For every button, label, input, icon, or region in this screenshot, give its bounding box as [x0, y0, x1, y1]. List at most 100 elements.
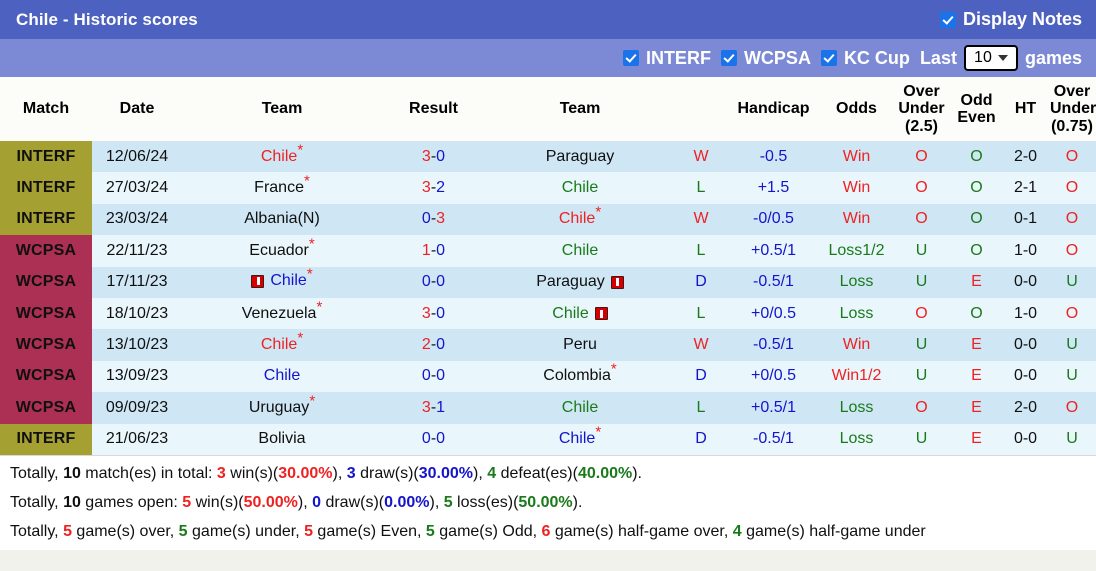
odds-value: Loss — [839, 430, 874, 448]
col-result[interactable]: Result — [382, 77, 485, 141]
cell-home-team[interactable]: Bolivia — [182, 423, 382, 455]
cell-competition[interactable]: WCPSA — [0, 392, 92, 424]
table-row[interactable]: WCPSA 09/09/23 Uruguay* 3-1 Chile L +0.5/1 Loss… — [0, 392, 1096, 424]
result-home-goals: 0 — [421, 430, 431, 448]
summary-segment: 0.00% — [384, 493, 430, 511]
home-team-star: * — [303, 172, 310, 190]
cell-result[interactable]: 3-0 — [382, 297, 485, 330]
cell-home-team[interactable]: Chile* — [182, 329, 382, 361]
cell-result[interactable]: 0-0 — [382, 266, 485, 298]
col-over-under-25[interactable]: Over Under (2.5) — [893, 77, 950, 141]
col-home-team[interactable]: Team — [182, 77, 382, 141]
col-match[interactable]: Match — [0, 77, 92, 141]
cell-competition[interactable]: INTERF — [0, 423, 92, 455]
summary-segment: defeat(es)( — [496, 464, 578, 482]
result-away-goals: 0 — [436, 241, 446, 259]
cell-competition[interactable]: INTERF — [0, 172, 92, 204]
cell-competition[interactable]: WCPSA — [0, 235, 92, 267]
cell-competition[interactable]: WCPSA — [0, 266, 92, 298]
cell-home-team[interactable]: Venezuela* — [182, 297, 382, 330]
cell-odd-even: O — [950, 141, 1003, 173]
cell-away-team[interactable]: Chile — [485, 297, 675, 330]
cell-result[interactable]: 0-0 — [382, 360, 485, 393]
summary-segment: ), — [332, 464, 347, 482]
cell-competition[interactable]: INTERF — [0, 203, 92, 236]
col-handicap[interactable]: Handicap — [727, 77, 820, 141]
home-team-name: Chile* — [270, 265, 313, 289]
cell-date: 22/11/23 — [92, 235, 182, 267]
table-row[interactable]: WCPSA 13/09/23 Chile 0-0 Colombia* D +0/0.5 Win… — [0, 360, 1096, 393]
filter-wcpsa[interactable]: WCPSA — [720, 48, 811, 69]
cell-result[interactable]: 3-1 — [382, 392, 485, 424]
cell-wdl: W — [675, 203, 727, 236]
summary-segment: 10 — [63, 493, 81, 511]
cell-result[interactable]: 0-0 — [382, 423, 485, 455]
table-row[interactable]: INTERF 23/03/24 Albania(N) 0-3 Chile* W -0/0.5… — [0, 203, 1096, 236]
over-under-075-value: O — [1065, 147, 1079, 165]
table-row[interactable]: INTERF 12/06/24 Chile* 3-0 Paraguay W -0.5 Win O… — [0, 141, 1096, 173]
table-row[interactable]: WCPSA 17/11/23 Chile* 0-0 Paraguay D -0.5/1 Los… — [0, 265, 1096, 298]
cell-result[interactable]: 0-3 — [382, 203, 485, 236]
wcpsa-checkbox[interactable] — [720, 50, 737, 66]
table-row[interactable]: INTERF 27/03/24 France* 3-2 Chile L +1.5 Win O O 2… — [0, 172, 1096, 204]
filter-kccup[interactable]: KC Cup — [820, 48, 910, 69]
home-team-name: Chile* — [260, 329, 304, 354]
cell-away-team[interactable]: Chile* — [485, 423, 675, 455]
cell-competition[interactable]: WCPSA — [0, 297, 92, 330]
table-row[interactable]: WCPSA 13/10/23 Chile* 2-0 Peru W -0.5/1 Win U E 0-… — [0, 329, 1096, 361]
cell-home-team[interactable]: Chile* — [182, 141, 382, 173]
kccup-checkbox[interactable] — [820, 50, 837, 66]
table-header-row: Match Date Team Result Team Handicap Odd… — [0, 77, 1096, 141]
cell-away-team[interactable]: Paraguay — [485, 141, 675, 173]
col-odd-even[interactable]: Odd Even — [950, 77, 1003, 141]
odd-even-value: E — [971, 273, 982, 291]
cell-away-team[interactable]: Paraguay — [485, 266, 675, 298]
cell-ht: 0-0 — [1003, 423, 1048, 455]
col-ht[interactable]: HT — [1003, 77, 1048, 141]
cell-wdl: L — [675, 297, 727, 330]
games-count-select[interactable]: 10 — [963, 45, 1018, 71]
over-under-075-value: U — [1066, 367, 1078, 385]
cell-result[interactable]: 3-0 — [382, 141, 485, 173]
cell-away-team[interactable]: Colombia* — [485, 360, 675, 393]
cell-home-team[interactable]: France* — [182, 172, 382, 204]
cell-home-team[interactable]: Chile* — [182, 265, 382, 298]
cell-away-team[interactable]: Chile — [485, 235, 675, 267]
table-row[interactable]: WCPSA 18/10/23 Venezuela* 3-0 Chile L +0/0.5 Lo… — [0, 297, 1096, 330]
filter-interf[interactable]: INTERF — [622, 48, 711, 69]
display-notes-toggle[interactable]: Display Notes — [939, 9, 1082, 30]
cell-competition[interactable]: WCPSA — [0, 329, 92, 361]
display-notes-checkbox[interactable] — [939, 11, 956, 28]
cell-odd-even: O — [950, 172, 1003, 204]
cell-date: 13/09/23 — [92, 360, 182, 393]
cell-over-under-25: U — [893, 235, 950, 267]
cell-away-team[interactable]: Chile — [485, 392, 675, 424]
col-away-team[interactable]: Team — [485, 77, 675, 141]
wdl-value: D — [695, 273, 707, 291]
cell-home-team[interactable]: Chile — [182, 360, 382, 393]
cell-home-team[interactable]: Ecuador* — [182, 235, 382, 267]
wdl-value: L — [696, 398, 706, 416]
cell-competition[interactable]: WCPSA — [0, 360, 92, 393]
table-row[interactable]: WCPSA 22/11/23 Ecuador* 1-0 Chile L +0.5/1 Loss… — [0, 235, 1096, 267]
cell-away-team[interactable]: Chile* — [485, 203, 675, 236]
cell-result[interactable]: 1-0 — [382, 235, 485, 267]
interf-checkbox[interactable] — [622, 50, 639, 66]
wdl-value: L — [696, 304, 706, 322]
cell-home-team[interactable]: Uruguay* — [182, 392, 382, 424]
cell-over-under-25: U — [893, 423, 950, 455]
home-team-name: Chile* — [260, 141, 304, 165]
table-row[interactable]: INTERF 21/06/23 Bolivia 0-0 Chile* D -0.5/1 Los… — [0, 423, 1096, 455]
cell-result[interactable]: 2-0 — [382, 329, 485, 361]
cell-result[interactable]: 3-2 — [382, 172, 485, 204]
odds-value: Loss1/2 — [828, 241, 885, 259]
cell-home-team[interactable]: Albania(N) — [182, 203, 382, 236]
odd-even-value: O — [970, 304, 983, 322]
cell-competition[interactable]: INTERF — [0, 141, 92, 173]
col-date[interactable]: Date — [92, 77, 182, 141]
col-over-under-075[interactable]: Over Under (0.75) — [1048, 77, 1096, 141]
cell-away-team[interactable]: Chile — [485, 172, 675, 204]
cell-away-team[interactable]: Peru — [485, 329, 675, 361]
col-odds[interactable]: Odds — [820, 77, 893, 141]
result-home-goals: 3 — [421, 179, 431, 197]
